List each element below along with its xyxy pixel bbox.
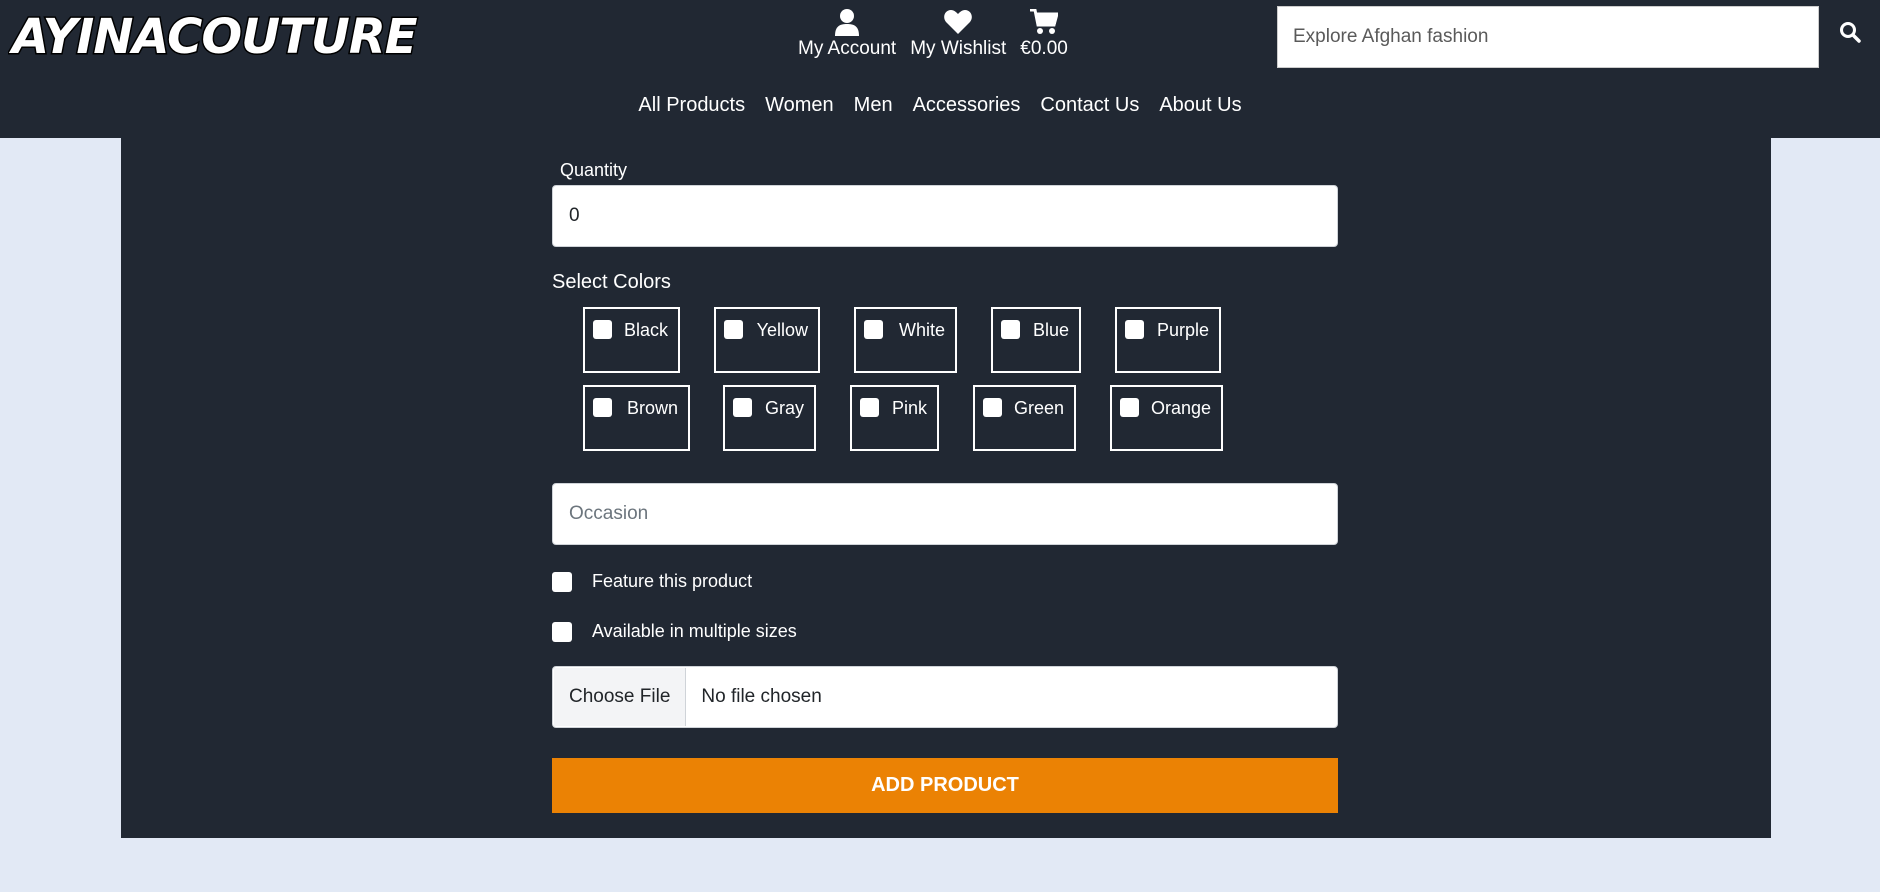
nav-about-us[interactable]: About Us	[1149, 88, 1251, 122]
color-label: Pink	[891, 398, 927, 418]
color-checkbox[interactable]	[1125, 320, 1144, 339]
color-option-purple[interactable]: Purple	[1115, 307, 1221, 373]
search-input[interactable]	[1278, 7, 1818, 67]
color-checkbox[interactable]	[593, 320, 612, 339]
image-file-input: Choose File No file chosen	[552, 666, 1338, 728]
color-checkbox[interactable]	[724, 320, 743, 339]
file-status: No file chosen	[701, 686, 822, 707]
nav-women[interactable]: Women	[755, 88, 844, 122]
occasion-field	[552, 483, 1338, 545]
multiple-sizes-option[interactable]: Available in multiple sizes	[552, 621, 797, 642]
nav-contact-us[interactable]: Contact Us	[1030, 88, 1149, 122]
color-option-black[interactable]: Black	[583, 307, 680, 373]
color-checkbox[interactable]	[733, 398, 752, 417]
color-label: Orange	[1150, 398, 1211, 418]
color-label: White	[898, 320, 945, 340]
my-account-label: My Account	[798, 38, 897, 59]
site-header: AYINACOUTURE My Account My Wishlist €0.0…	[0, 0, 1880, 138]
nav-accessories[interactable]: Accessories	[903, 88, 1031, 122]
color-label: Green	[1013, 398, 1064, 418]
color-checkbox[interactable]	[983, 398, 1002, 417]
search-icon	[1839, 21, 1861, 48]
color-checkbox[interactable]	[593, 398, 612, 417]
feature-label: Feature this product	[592, 571, 753, 591]
color-label: Yellow	[756, 320, 808, 340]
my-wishlist-label: My Wishlist	[910, 38, 1007, 59]
color-label: Gray	[764, 398, 804, 418]
svg-text:AYINACOUTURE: AYINACOUTURE	[8, 9, 418, 64]
nav-all-products[interactable]: All Products	[628, 88, 755, 122]
add-product-button[interactable]: ADD PRODUCT	[552, 758, 1338, 813]
sizes-checkbox[interactable]	[552, 621, 572, 642]
color-option-blue[interactable]: Blue	[991, 307, 1081, 373]
user-icon	[835, 6, 860, 38]
color-option-yellow[interactable]: Yellow	[714, 307, 820, 373]
brand-logo[interactable]: AYINACOUTURE	[8, 8, 448, 64]
color-label: Black	[623, 320, 668, 340]
color-option-green[interactable]: Green	[973, 385, 1076, 451]
select-colors-label: Select Colors	[552, 271, 671, 293]
feature-product-option[interactable]: Feature this product	[552, 571, 752, 592]
color-checkbox[interactable]	[1001, 320, 1020, 339]
search-button[interactable]	[1834, 18, 1866, 50]
nav-men[interactable]: Men	[844, 88, 903, 122]
cart-icon	[1030, 6, 1059, 38]
color-checkbox[interactable]	[860, 398, 879, 417]
color-checkbox[interactable]	[864, 320, 883, 339]
main-nav: All Products Women Men Accessories Conta…	[0, 88, 1880, 122]
color-option-orange[interactable]: Orange	[1110, 385, 1223, 451]
color-label: Brown	[626, 398, 678, 418]
color-option-white[interactable]: White	[854, 307, 957, 373]
search-field	[1277, 6, 1819, 68]
choose-file-button[interactable]: Choose File	[554, 668, 687, 726]
quantity-field	[552, 185, 1338, 247]
color-label: Purple	[1156, 320, 1209, 340]
feature-checkbox[interactable]	[552, 571, 572, 592]
cart-link[interactable]: €0.00	[1020, 6, 1068, 68]
color-option-gray[interactable]: Gray	[723, 385, 816, 451]
color-option-brown[interactable]: Brown	[583, 385, 690, 451]
color-label: Blue	[1032, 320, 1069, 340]
color-option-pink[interactable]: Pink	[850, 385, 939, 451]
logo-wordmark: AYINACOUTURE	[8, 8, 420, 64]
quantity-label: Quantity	[560, 160, 628, 180]
heart-icon	[944, 6, 973, 38]
header-actions: My Account My Wishlist €0.00	[798, 6, 1082, 68]
occasion-input[interactable]	[553, 484, 1337, 544]
cart-total: €0.00	[1020, 38, 1068, 59]
my-account-link[interactable]: My Account	[798, 6, 896, 68]
color-checkbox[interactable]	[1120, 398, 1139, 417]
sizes-label: Available in multiple sizes	[592, 621, 797, 641]
quantity-input[interactable]	[553, 186, 1337, 246]
my-wishlist-link[interactable]: My Wishlist	[910, 6, 1006, 68]
